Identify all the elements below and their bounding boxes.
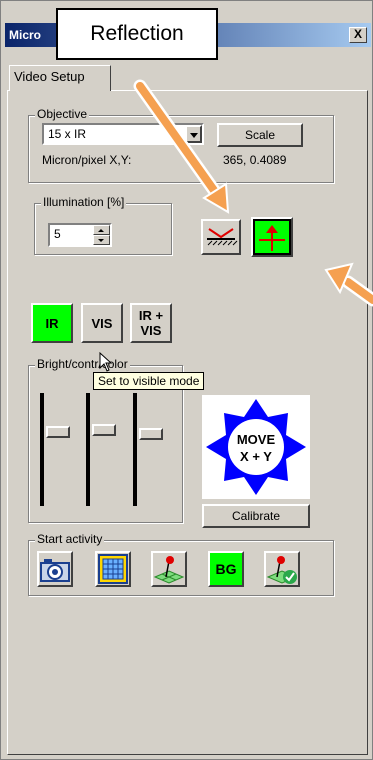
annotation-arrows [133, 79, 373, 307]
mouse-cursor-icon [99, 352, 113, 372]
arrow-to-transmission-icon [324, 262, 373, 307]
arrow-to-reflection-icon [133, 79, 230, 214]
